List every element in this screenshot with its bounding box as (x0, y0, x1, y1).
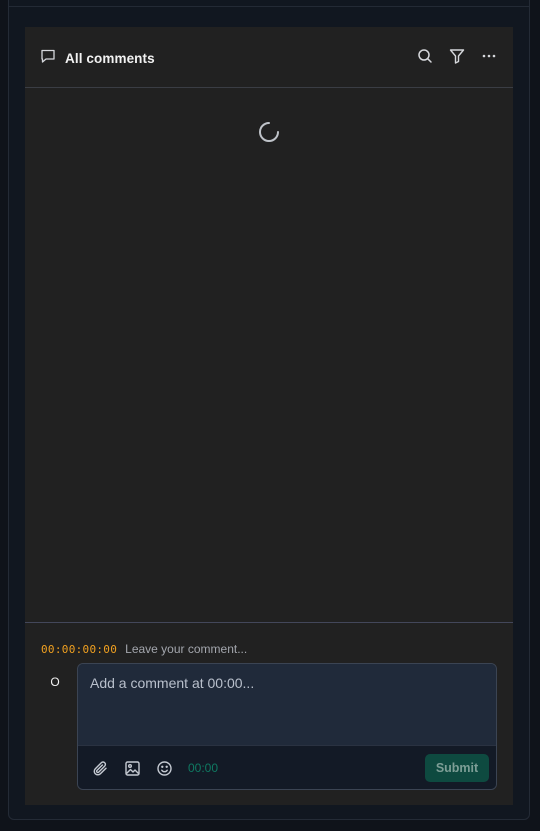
more-icon (482, 54, 496, 58)
toolbar-tools: 00:00 (90, 758, 218, 778)
attach-button[interactable] (90, 758, 110, 778)
toolbar-timestamp: 00:00 (188, 761, 219, 775)
search-button[interactable] (415, 46, 435, 66)
emoji-button[interactable] (154, 758, 174, 778)
search-icon (418, 49, 432, 63)
comments-panel: All comments 00:00:00:00 Leave your comm… (25, 27, 513, 805)
filter-icon (449, 49, 465, 64)
comment-list (25, 88, 513, 622)
emoji-icon (156, 760, 172, 776)
header-actions (415, 46, 499, 66)
more-options-button[interactable] (479, 46, 499, 66)
comment-toolbar: 00:00 Submit (78, 745, 496, 789)
image-icon (124, 760, 140, 776)
submit-button[interactable]: Submit (425, 754, 489, 782)
panel-header: All comments (25, 27, 513, 88)
avatar: O (50, 675, 60, 689)
comment-icon (40, 48, 56, 69)
loading-spinner (258, 121, 280, 143)
comment-input[interactable] (78, 664, 496, 745)
filter-button[interactable] (447, 46, 467, 66)
header-title-group: All comments (40, 48, 155, 69)
comment-composer: 00:00:00:00 Leave your comment... O Add … (25, 622, 513, 805)
comment-box: 00:00 Submit (77, 663, 497, 790)
insert-image-button[interactable] (122, 758, 142, 778)
paperclip-icon (93, 760, 107, 776)
composer-meta: 00:00:00:00 Leave your comment... (41, 642, 247, 656)
composer-hint: Leave your comment... (125, 642, 248, 656)
top-divider (9, 6, 529, 7)
timecode: 00:00:00:00 (41, 642, 118, 656)
panel-title: All comments (65, 51, 155, 66)
